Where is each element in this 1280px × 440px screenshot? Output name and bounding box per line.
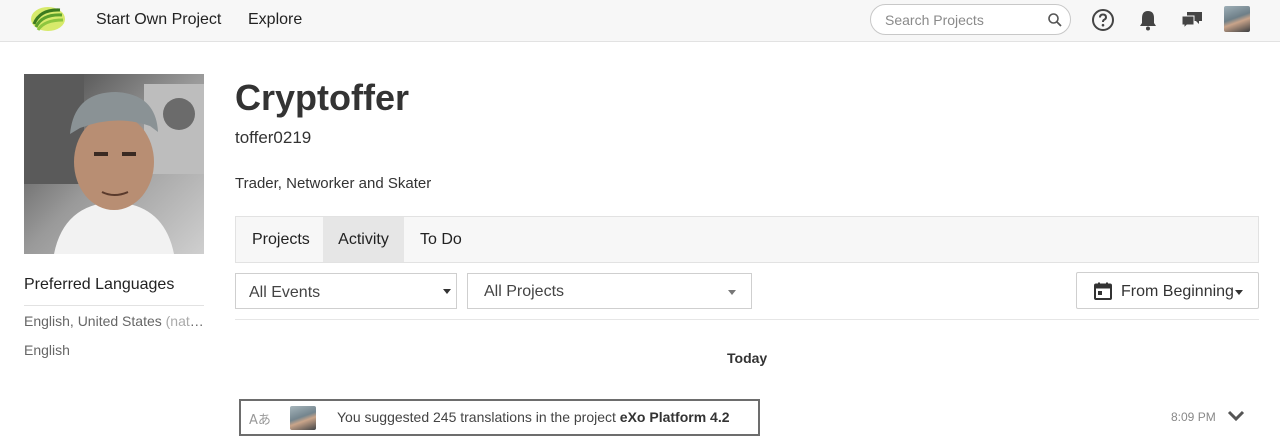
- bell-icon[interactable]: [1135, 7, 1161, 33]
- preferred-languages-title: Preferred Languages: [24, 276, 175, 293]
- tab-todo[interactable]: To Do: [404, 217, 478, 262]
- chat-icon[interactable]: [1179, 7, 1205, 33]
- projects-filter-value: All Projects: [484, 283, 565, 300]
- event-project-link[interactable]: eXo Platform 4.2: [620, 409, 730, 425]
- top-navigation-bar: Start Own Project Explore: [0, 0, 1280, 42]
- caret-down-icon: [728, 290, 736, 295]
- date-range-button[interactable]: From Beginning: [1076, 272, 1259, 309]
- zanata-logo-icon[interactable]: [26, 4, 66, 34]
- calendar-icon: [1094, 282, 1112, 300]
- avatar: [290, 406, 316, 430]
- language-name: English, United States: [24, 313, 162, 329]
- events-filter-value: All Events: [249, 284, 321, 301]
- profile-username: toffer0219: [235, 128, 312, 147]
- date-range-label: From Beginning: [1121, 283, 1234, 300]
- profile-photo: [24, 74, 204, 254]
- profile-name: Cryptoffer: [235, 77, 410, 118]
- activity-event-time: 8:09 PM: [1171, 410, 1216, 424]
- activity-day-heading: Today: [727, 350, 768, 366]
- events-filter-select[interactable]: All Events: [235, 273, 457, 309]
- event-description: You suggested 245 translations in the pr…: [337, 409, 620, 425]
- profile-tabs: Projects Activity To Do: [235, 216, 1259, 263]
- caret-down-icon: [443, 289, 451, 294]
- avatar[interactable]: [1224, 6, 1250, 32]
- tab-projects[interactable]: Projects: [236, 217, 326, 262]
- nav-explore[interactable]: Explore: [248, 11, 302, 29]
- chevron-down-icon[interactable]: [1227, 409, 1245, 423]
- profile-bio: Trader, Networker and Skater: [235, 175, 432, 192]
- language-note: (native): [165, 313, 204, 329]
- projects-filter-select[interactable]: All Projects: [467, 273, 752, 309]
- divider: [235, 319, 1259, 320]
- search-input[interactable]: [885, 11, 1035, 29]
- activity-event-text: You suggested 245 translations in the pr…: [337, 409, 730, 425]
- activity-event-row[interactable]: Aあ You suggested 245 translations in the…: [239, 399, 760, 436]
- search-icon[interactable]: [1047, 12, 1063, 28]
- divider: [24, 305, 204, 306]
- translation-icon: Aあ: [249, 413, 271, 428]
- language-name: English: [24, 342, 70, 358]
- preferred-language-item: English, United States (native): [24, 313, 204, 329]
- search-box: [870, 4, 1071, 35]
- help-icon[interactable]: [1090, 7, 1116, 33]
- tab-activity[interactable]: Activity: [323, 217, 404, 262]
- preferred-language-item: English: [24, 342, 70, 358]
- caret-down-icon: [1235, 290, 1243, 295]
- nav-start-own-project[interactable]: Start Own Project: [96, 11, 221, 29]
